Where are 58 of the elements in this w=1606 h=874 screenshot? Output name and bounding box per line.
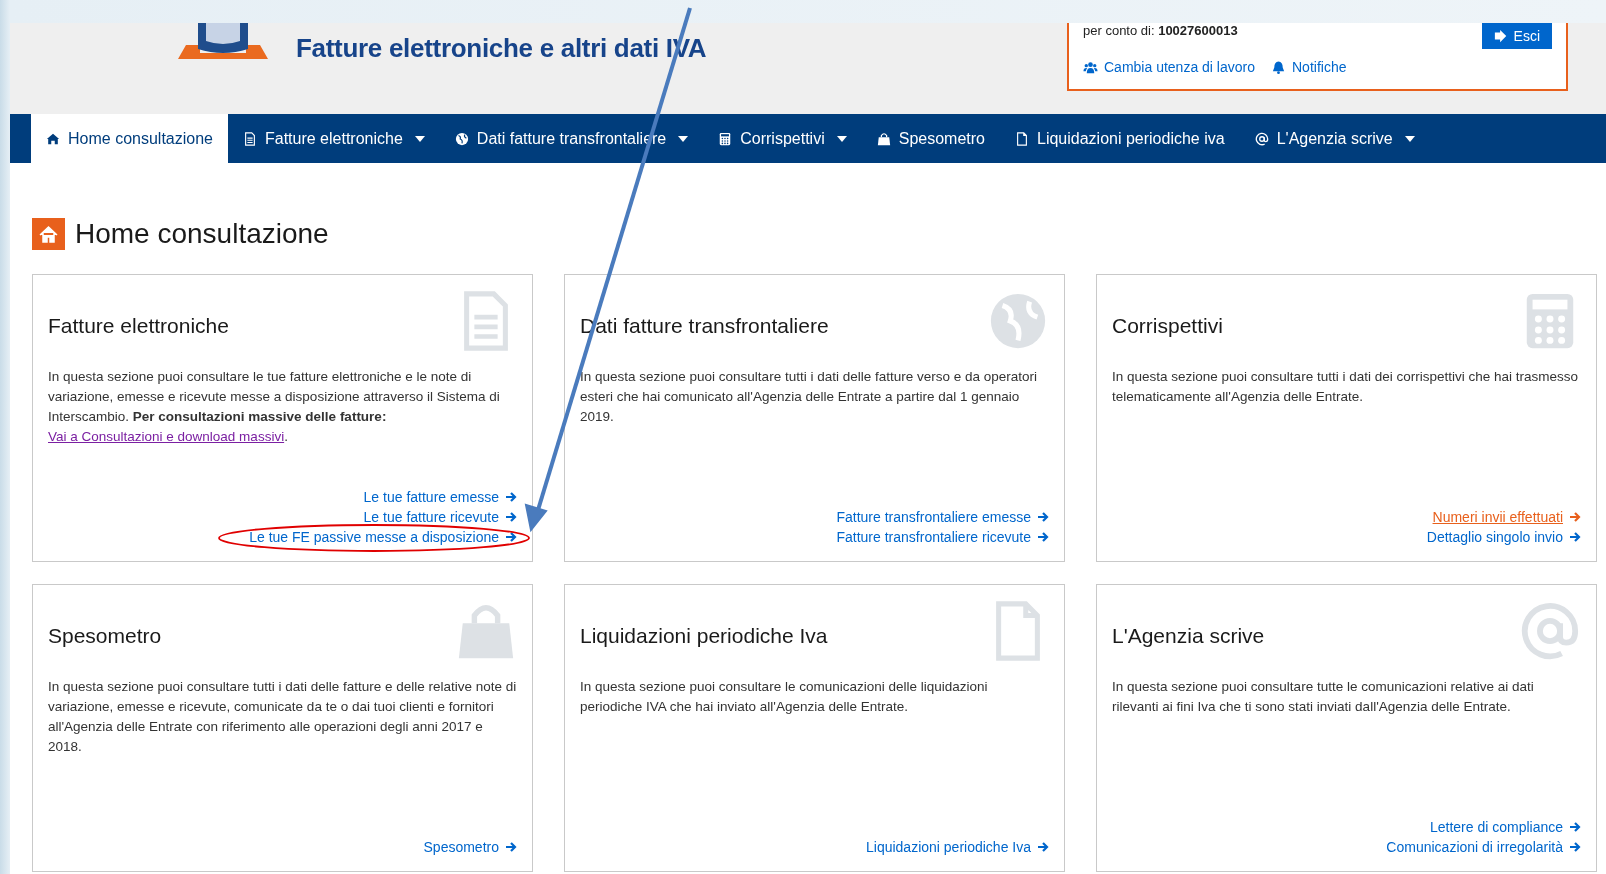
card-title: Liquidazioni periodiche Iva bbox=[580, 623, 828, 649]
card-title: Fatture elettroniche bbox=[48, 313, 229, 339]
arrow-icon bbox=[1569, 531, 1581, 543]
card-title: L'Agenzia scrive bbox=[1112, 623, 1265, 649]
arrow-icon bbox=[1569, 821, 1581, 833]
card-link[interactable]: Le tue fatture emesse bbox=[363, 487, 517, 507]
file-icon bbox=[1015, 131, 1029, 146]
at-sign-icon bbox=[1519, 600, 1581, 662]
card-description: In questa sezione puoi consultare tutte le comunicazioni relative ai dati rilevanti ai fini Iva che ti sono stati inviati dall'Agenzia delle Entrate. bbox=[1112, 678, 1535, 716]
card-description: In questa sezione puoi consultare tutti i dati delle fatture e delle relative note di variazione, emesse e ricevute, comunicate da te o dai tuoi clienti e fornitori all'Agenzia delle Entrate con riferimento alle operazioni degli anni 2017 e 2018. bbox=[48, 678, 517, 756]
account-text: per conto di: 10027600013 bbox=[1083, 23, 1238, 40]
arrow-icon bbox=[505, 531, 517, 543]
card-link[interactable]: Numeri invii effettuati bbox=[1432, 507, 1581, 527]
nav-tab[interactable]: Liquidazioni periodiche iva bbox=[1000, 114, 1240, 163]
card-link[interactable]: Liquidazioni periodiche Iva bbox=[866, 837, 1049, 857]
nav-tab[interactable]: L'Agenzia scrive bbox=[1239, 114, 1430, 163]
globe-icon bbox=[454, 131, 469, 146]
card-link[interactable]: Comunicazioni di irregolarità bbox=[1386, 837, 1581, 857]
home-icon bbox=[46, 131, 60, 146]
arrow-icon bbox=[1569, 511, 1581, 523]
card-description: In questa sezione puoi consultare le comunicazioni delle liquidazioni periodiche IVA che hai inviato all'Agenzia delle Entrate. bbox=[580, 678, 989, 716]
home-icon bbox=[32, 217, 65, 250]
logout-button[interactable]: Esci bbox=[1481, 23, 1552, 49]
at-sign-icon bbox=[1254, 131, 1269, 146]
card-link[interactable]: Dettaglio singolo invio bbox=[1426, 527, 1581, 547]
nav-tab[interactable]: Corrispettivi bbox=[703, 114, 862, 163]
card-link[interactable]: Lettere di compliance bbox=[1429, 817, 1581, 837]
page-title: Home consultazione bbox=[75, 216, 329, 251]
bell-icon bbox=[1271, 60, 1286, 75]
nav-tab[interactable]: Dati fatture transfrontaliere bbox=[439, 114, 704, 163]
nav-tab[interactable]: Spesometro bbox=[861, 114, 1000, 163]
card-description: In questa sezione puoi consultare le tue fatture elettroniche e le note di variazione, emesse e ricevute messe a disposizione attraverso il Sistema di Interscambio. Per consultazioni massive delle fatture: Vai a Consultazioni e download massivi. bbox=[48, 368, 501, 446]
card-link[interactable]: Fatture transfrontaliere emesse bbox=[836, 507, 1049, 527]
card-description: In questa sezione puoi consultare tutti i dati delle fatture verso e da operatori esteri che hai comunicato all'Agenzia delle Entrate a partire dal 1 gennaio 2019. bbox=[580, 368, 1039, 426]
arrow-icon bbox=[505, 511, 517, 523]
logout-icon bbox=[1493, 29, 1508, 43]
arrow-icon bbox=[1037, 841, 1049, 853]
nav-tab[interactable]: Fatture elettroniche bbox=[227, 114, 440, 163]
users-icon bbox=[1083, 60, 1098, 75]
card-description: In questa sezione puoi consultare tutti i dati dei corrispettivi che hai trasmesso telematicamente all'Agenzia delle Entrate. bbox=[1112, 368, 1579, 406]
account-link[interactable]: Cambia utenza di lavoro bbox=[1083, 57, 1255, 78]
card-link[interactable]: Spesometro bbox=[423, 837, 517, 857]
card-link[interactable]: Le tue FE passive messe a disposizione bbox=[249, 527, 517, 547]
arrow-icon bbox=[1037, 531, 1049, 543]
document-icon bbox=[242, 131, 257, 146]
arrow-icon bbox=[505, 841, 517, 853]
card-link[interactable]: Fatture transfrontaliere ricevute bbox=[836, 527, 1049, 547]
account-link[interactable]: Notifiche bbox=[1271, 57, 1347, 78]
card-link[interactable]: Le tue fatture ricevute bbox=[363, 507, 517, 527]
card-title: Spesometro bbox=[48, 623, 162, 649]
card-title: Corrispettivi bbox=[1112, 313, 1223, 339]
arrow-icon bbox=[1569, 841, 1581, 853]
arrow-icon bbox=[505, 491, 517, 503]
shopping-bag-icon bbox=[876, 131, 891, 146]
logo-icon bbox=[178, 23, 268, 59]
arrow-icon bbox=[1037, 511, 1049, 523]
nav-tab[interactable]: Home consultazione bbox=[31, 114, 228, 163]
calculator-icon bbox=[718, 131, 733, 146]
